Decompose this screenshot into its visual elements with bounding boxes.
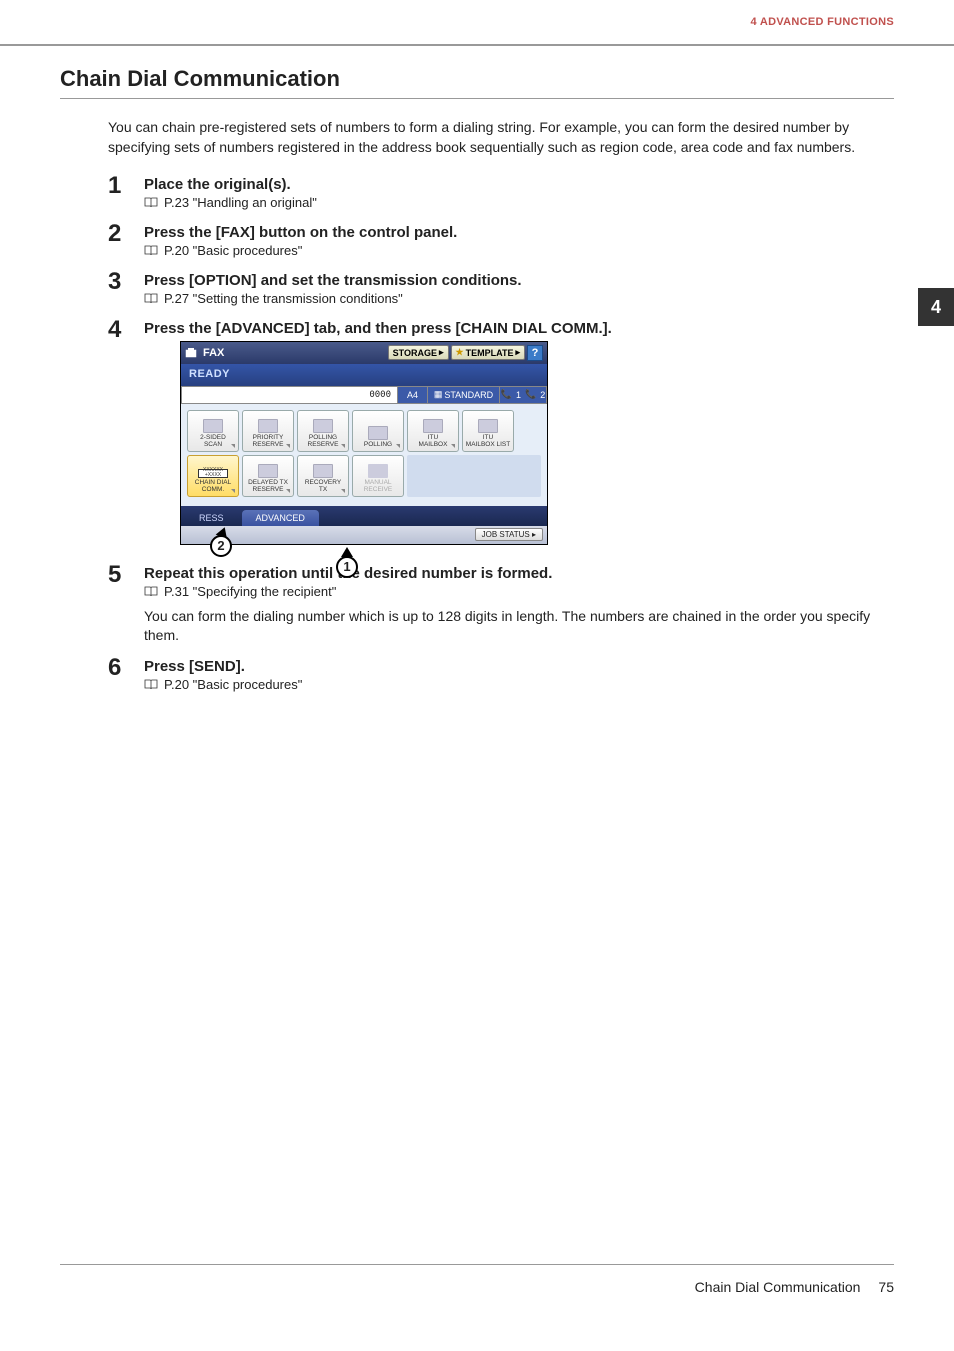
- step-number: 3: [108, 270, 144, 308]
- page-reference: P.20 "Basic procedures": [144, 677, 894, 692]
- callout-2: 2: [210, 535, 232, 557]
- panel-title: FAX: [203, 347, 224, 359]
- ref-text: P.31 "Specifying the recipient": [164, 584, 336, 599]
- page-reference: P.31 "Specifying the recipient": [144, 584, 894, 599]
- btn-recovery-tx[interactable]: RECOVERY TX: [297, 455, 349, 497]
- status-bar: 0000 A4 ▦STANDARD 📞1 📞2: [181, 386, 547, 404]
- fax-icon: [185, 347, 199, 359]
- step-number: 2: [108, 222, 144, 260]
- step-3: 3 Press [OPTION] and set the transmissio…: [108, 270, 894, 308]
- step-5: 5 Repeat this operation until the desire…: [108, 563, 894, 646]
- ref-text: P.20 "Basic procedures": [164, 243, 302, 258]
- section-heading: Chain Dial Communication: [60, 66, 894, 99]
- step-title: Press [SEND].: [144, 658, 894, 675]
- fax-panel-screenshot: FAX STORAGE▸ ★TEMPLATE▸ ? READY 0000 A4 …: [180, 341, 548, 545]
- step-2: 2 Press the [FAX] button on the control …: [108, 222, 894, 260]
- panel-titlebar: FAX STORAGE▸ ★TEMPLATE▸ ?: [181, 342, 547, 364]
- btn-polling[interactable]: POLLING: [352, 410, 404, 452]
- btn-polling-reserve[interactable]: POLLING RESERVE: [297, 410, 349, 452]
- panel-footer: JOB STATUS ▸: [181, 526, 547, 544]
- line-indicators: 📞1 📞2: [499, 386, 547, 404]
- step-title: Press the [FAX] button on the control pa…: [144, 224, 894, 241]
- callout-1: 1: [336, 556, 358, 578]
- template-button[interactable]: ★TEMPLATE▸: [451, 345, 525, 360]
- options-grid: 2-SIDED SCAN PRIORITY RESERVE POLLING RE…: [181, 404, 547, 506]
- btn-itu-mailbox[interactable]: ITU MAILBOX: [407, 410, 459, 452]
- storage-button[interactable]: STORAGE▸: [388, 345, 449, 360]
- job-status-button[interactable]: JOB STATUS ▸: [475, 528, 543, 541]
- footer-title: Chain Dial Communication: [695, 1279, 861, 1295]
- btn-itu-mailbox-list[interactable]: ITU MAILBOX LIST: [462, 410, 514, 452]
- btn-priority-reserve[interactable]: PRIORITY RESERVE: [242, 410, 294, 452]
- page-reference: P.27 "Setting the transmission condition…: [144, 291, 894, 306]
- panel-tabs: RESS ADVANCED: [181, 506, 547, 526]
- book-icon: [144, 293, 158, 304]
- header-breadcrumb: 4 ADVANCED FUNCTIONS: [750, 16, 894, 28]
- book-icon: [144, 679, 158, 690]
- step-number: 5: [108, 563, 144, 646]
- tab-advanced[interactable]: ADVANCED: [242, 510, 319, 526]
- step-6: 6 Press [SEND]. P.20 "Basic procedures": [108, 656, 894, 694]
- ref-text: P.23 "Handling an original": [164, 195, 317, 210]
- page-header: 4 ADVANCED FUNCTIONS: [0, 0, 954, 46]
- step-1: 1 Place the original(s). P.23 "Handling …: [108, 174, 894, 212]
- step-number: 4: [108, 318, 144, 553]
- btn-delayed-tx-reserve[interactable]: DELAYED TX RESERVE: [242, 455, 294, 497]
- page-reference: P.23 "Handling an original": [144, 195, 894, 210]
- page-reference: P.20 "Basic procedures": [144, 243, 894, 258]
- step-title: Press [OPTION] and set the transmission …: [144, 272, 894, 289]
- ref-text: P.27 "Setting the transmission condition…: [164, 291, 403, 306]
- page-footer: Chain Dial Communication 75: [60, 1264, 894, 1295]
- step-title: Press the [ADVANCED] tab, and then press…: [144, 320, 894, 337]
- step-4: 4 Press the [ADVANCED] tab, and then pre…: [108, 318, 894, 553]
- step-title: Repeat this operation until the desired …: [144, 565, 894, 582]
- step-number: 6: [108, 656, 144, 694]
- counter: 0000: [181, 386, 397, 404]
- intro-paragraph: You can chain pre-registered sets of num…: [108, 117, 894, 158]
- step-note: You can form the dialing number which is…: [144, 607, 894, 646]
- btn-2sided-scan[interactable]: 2-SIDED SCAN: [187, 410, 239, 452]
- page-content: Chain Dial Communication You can chain p…: [0, 46, 954, 694]
- book-icon: [144, 197, 158, 208]
- status-ready: READY: [181, 364, 547, 386]
- help-button[interactable]: ?: [527, 345, 543, 361]
- book-icon: [144, 586, 158, 597]
- chapter-side-tab: 4: [918, 288, 954, 326]
- btn-chain-dial-comm[interactable]: XXXXXX +XXXX CHAIN DIAL COMM.: [187, 455, 239, 497]
- step-title: Place the original(s).: [144, 176, 894, 193]
- paper-size: A4: [397, 386, 427, 404]
- btn-manual-receive[interactable]: MANUAL RECEIVE: [352, 455, 404, 497]
- ref-text: P.20 "Basic procedures": [164, 677, 302, 692]
- tab-address[interactable]: RESS: [185, 510, 238, 526]
- footer-page-number: 75: [878, 1279, 894, 1295]
- step-number: 1: [108, 174, 144, 212]
- resolution-mode: ▦STANDARD: [427, 386, 499, 404]
- book-icon: [144, 245, 158, 256]
